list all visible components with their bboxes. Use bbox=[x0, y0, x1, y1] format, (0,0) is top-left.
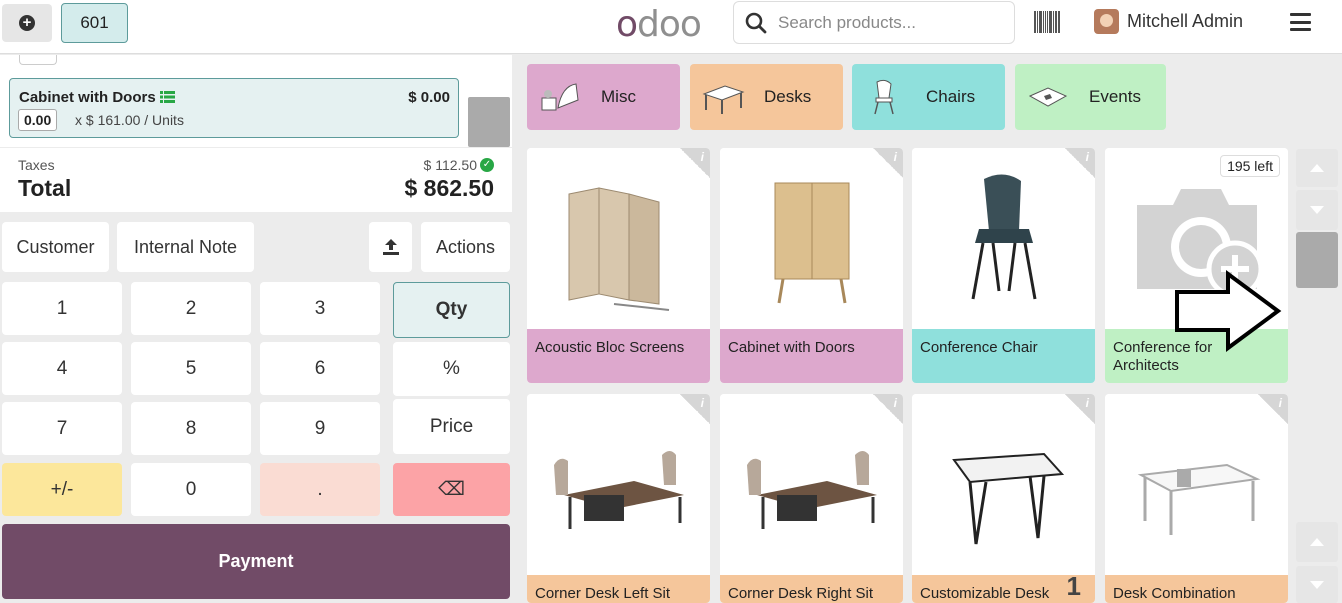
actions-button[interactable]: Actions bbox=[421, 222, 510, 272]
internal-note-button[interactable]: Internal Note bbox=[117, 222, 254, 272]
product-name: Corner Desk Right Sit bbox=[720, 575, 903, 603]
order-line-product: Cabinet with Doors bbox=[19, 89, 175, 106]
numpad-5[interactable]: 5 bbox=[131, 342, 251, 395]
list-icon bbox=[159, 91, 175, 103]
product-qty-badge: 1 bbox=[1066, 571, 1081, 601]
backspace-button[interactable]: ⌫ bbox=[393, 463, 510, 516]
plus-icon: + bbox=[19, 15, 35, 31]
product-name: Customizable Desk 1 bbox=[912, 571, 1095, 603]
product-name: Cabinet with Doors bbox=[720, 329, 903, 383]
selected-order-line[interactable]: Cabinet with Doors $ 0.00 0.00 x $ 161.0… bbox=[9, 78, 459, 138]
category-label: Desks bbox=[764, 87, 812, 106]
backspace-icon: ⌫ bbox=[438, 479, 465, 500]
order-pane: Cabinet with Doors $ 0.00 0.00 x $ 161.0… bbox=[0, 55, 518, 603]
order-totals: Taxes $ 112.50 ✓ Total $ 862.50 bbox=[0, 148, 512, 212]
barcode-icon[interactable] bbox=[1034, 11, 1060, 33]
order-line-price: $ 0.00 bbox=[408, 89, 450, 106]
scroll-up-button-bottom[interactable] bbox=[1296, 522, 1338, 562]
category-label: Misc bbox=[601, 87, 636, 106]
order-line-unit-price: x $ 161.00 / Units bbox=[75, 112, 184, 128]
taxes-value: $ 112.50 bbox=[423, 157, 477, 173]
product-card[interactable]: i Desk Combination bbox=[1105, 394, 1288, 603]
product-card[interactable]: i Corner Desk Right Sit bbox=[720, 394, 903, 603]
product-name: Corner Desk Left Sit bbox=[527, 575, 710, 603]
desk-icon bbox=[700, 77, 746, 117]
user-name: Mitchell Admin bbox=[1127, 11, 1244, 31]
previous-order-line[interactable] bbox=[19, 55, 57, 65]
discount-mode-button[interactable]: % bbox=[393, 342, 510, 396]
numpad-1[interactable]: 1 bbox=[2, 282, 122, 335]
numpad-6[interactable]: 6 bbox=[260, 342, 380, 395]
product-card[interactable]: i Cabinet with Doors bbox=[720, 148, 903, 383]
product-card[interactable]: i Corner Desk Left Sit bbox=[527, 394, 710, 603]
category-misc[interactable]: Misc bbox=[527, 64, 680, 130]
category-desks[interactable]: Desks bbox=[690, 64, 843, 130]
payment-button[interactable]: Payment bbox=[2, 524, 510, 599]
numpad-2[interactable]: 2 bbox=[131, 282, 251, 335]
chair-icon bbox=[862, 77, 908, 117]
events-icon bbox=[1025, 77, 1071, 117]
scroll-down-button-bottom[interactable] bbox=[1296, 566, 1338, 603]
menu-icon[interactable] bbox=[1290, 13, 1311, 31]
product-info-icon[interactable]: i bbox=[1065, 394, 1095, 424]
arrow-pointer-icon bbox=[1175, 270, 1282, 352]
numpad-7[interactable]: 7 bbox=[2, 402, 122, 455]
misc-icon bbox=[537, 77, 583, 117]
caret-down-icon bbox=[1310, 580, 1324, 589]
product-name: Desk Combination bbox=[1105, 575, 1288, 603]
product-name: Conference Chair bbox=[912, 329, 1095, 383]
product-info-icon[interactable]: i bbox=[680, 394, 710, 424]
upload-button[interactable] bbox=[369, 222, 412, 272]
caret-up-icon bbox=[1310, 538, 1324, 546]
customer-button[interactable]: Customer bbox=[2, 222, 109, 272]
order-scrollbar[interactable] bbox=[468, 97, 510, 147]
top-bar: + 601 odoo Mitchell Admin bbox=[0, 0, 1342, 54]
search-input[interactable] bbox=[778, 12, 998, 33]
product-info-icon[interactable]: i bbox=[873, 394, 903, 424]
product-info-icon[interactable]: i bbox=[680, 148, 710, 178]
new-order-button[interactable]: + bbox=[2, 4, 52, 42]
user-menu[interactable]: Mitchell Admin bbox=[1094, 9, 1243, 34]
product-card[interactable]: i Acoustic Bloc Screens bbox=[527, 148, 710, 383]
upload-icon bbox=[382, 239, 399, 255]
avatar bbox=[1094, 9, 1119, 34]
category-chairs[interactable]: Chairs bbox=[852, 64, 1005, 130]
numpad-0[interactable]: 0 bbox=[131, 463, 251, 516]
order-line-qty: 0.00 bbox=[18, 109, 58, 131]
numpad-3[interactable]: 3 bbox=[260, 282, 380, 335]
check-icon: ✓ bbox=[480, 158, 494, 172]
order-lines: Cabinet with Doors $ 0.00 0.00 x $ 161.0… bbox=[0, 55, 512, 147]
total-label: Total bbox=[18, 175, 72, 201]
product-card[interactable]: i Conference Chair bbox=[912, 148, 1095, 383]
total-value: $ 862.50 bbox=[404, 175, 494, 201]
product-info-icon[interactable]: i bbox=[1065, 148, 1095, 178]
qty-mode-button[interactable]: Qty bbox=[393, 282, 510, 338]
product-name: Acoustic Bloc Screens bbox=[527, 329, 710, 383]
order-tab[interactable]: 601 bbox=[61, 3, 128, 43]
price-mode-button[interactable]: Price bbox=[393, 399, 510, 454]
category-label: Events bbox=[1089, 87, 1141, 106]
numpad-8[interactable]: 8 bbox=[131, 402, 251, 455]
product-info-icon[interactable]: i bbox=[1258, 394, 1288, 424]
product-info-icon[interactable]: i bbox=[873, 148, 903, 178]
product-card[interactable]: i Customizable Desk 1 bbox=[912, 394, 1095, 603]
search-bar[interactable] bbox=[733, 1, 1015, 44]
numpad-plus-minus[interactable]: +/- bbox=[2, 463, 122, 516]
numpad-9[interactable]: 9 bbox=[260, 402, 380, 455]
stock-badge: 195 left bbox=[1220, 155, 1280, 177]
category-events[interactable]: Events bbox=[1015, 64, 1166, 130]
numpad-decimal[interactable]: . bbox=[260, 463, 380, 516]
category-label: Chairs bbox=[926, 87, 976, 106]
odoo-logo: odoo bbox=[616, 4, 702, 45]
scrollbar-thumb[interactable] bbox=[1296, 232, 1338, 288]
scroll-up-button[interactable] bbox=[1296, 149, 1338, 187]
scroll-down-button[interactable] bbox=[1296, 190, 1338, 230]
numpad-4[interactable]: 4 bbox=[2, 342, 122, 395]
caret-down-icon bbox=[1310, 206, 1324, 214]
taxes-label: Taxes bbox=[18, 157, 55, 173]
caret-up-icon bbox=[1310, 164, 1324, 172]
search-icon bbox=[734, 12, 778, 34]
